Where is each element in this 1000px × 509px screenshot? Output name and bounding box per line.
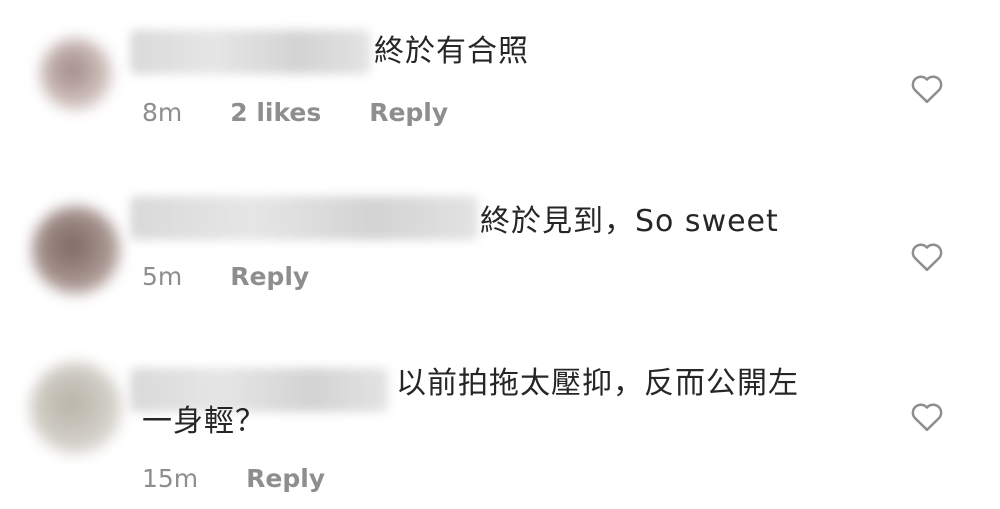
username-redacted[interactable] [130,30,370,74]
avatar[interactable] [32,206,120,294]
comment-meta: 5m Reply [142,262,309,291]
comment-meta: 15m Reply [142,464,325,493]
reply-button[interactable]: Reply [230,262,309,291]
avatar[interactable] [40,38,112,110]
comment-text: 終於見到，So sweet [480,204,779,239]
comment-text-line-2: 一身輕？ [142,404,266,439]
comment-item: 終於見到，So sweet 5m Reply [0,170,1000,320]
comment-item: 以前拍拖太壓抑，反而公開左 一身輕？ 15m Reply [0,340,1000,509]
comment-text-line-1: 以前拍拖太壓抑，反而公開左 [396,366,799,401]
comment-time: 15m [142,464,199,493]
reply-button[interactable]: Reply [369,98,448,127]
heart-icon[interactable] [909,240,945,272]
avatar[interactable] [30,362,122,454]
heart-icon[interactable] [909,400,945,432]
comment-item: 終於有合照 8m 2 likes Reply [0,0,1000,150]
username-redacted[interactable] [130,196,478,240]
heart-icon[interactable] [909,72,945,104]
comment-time: 8m [142,98,183,127]
comment-text: 終於有合照 [374,34,529,69]
comment-time: 5m [142,262,183,291]
likes-count-button[interactable]: 2 likes [230,98,321,127]
reply-button[interactable]: Reply [246,464,325,493]
comment-meta: 8m 2 likes Reply [142,98,448,127]
